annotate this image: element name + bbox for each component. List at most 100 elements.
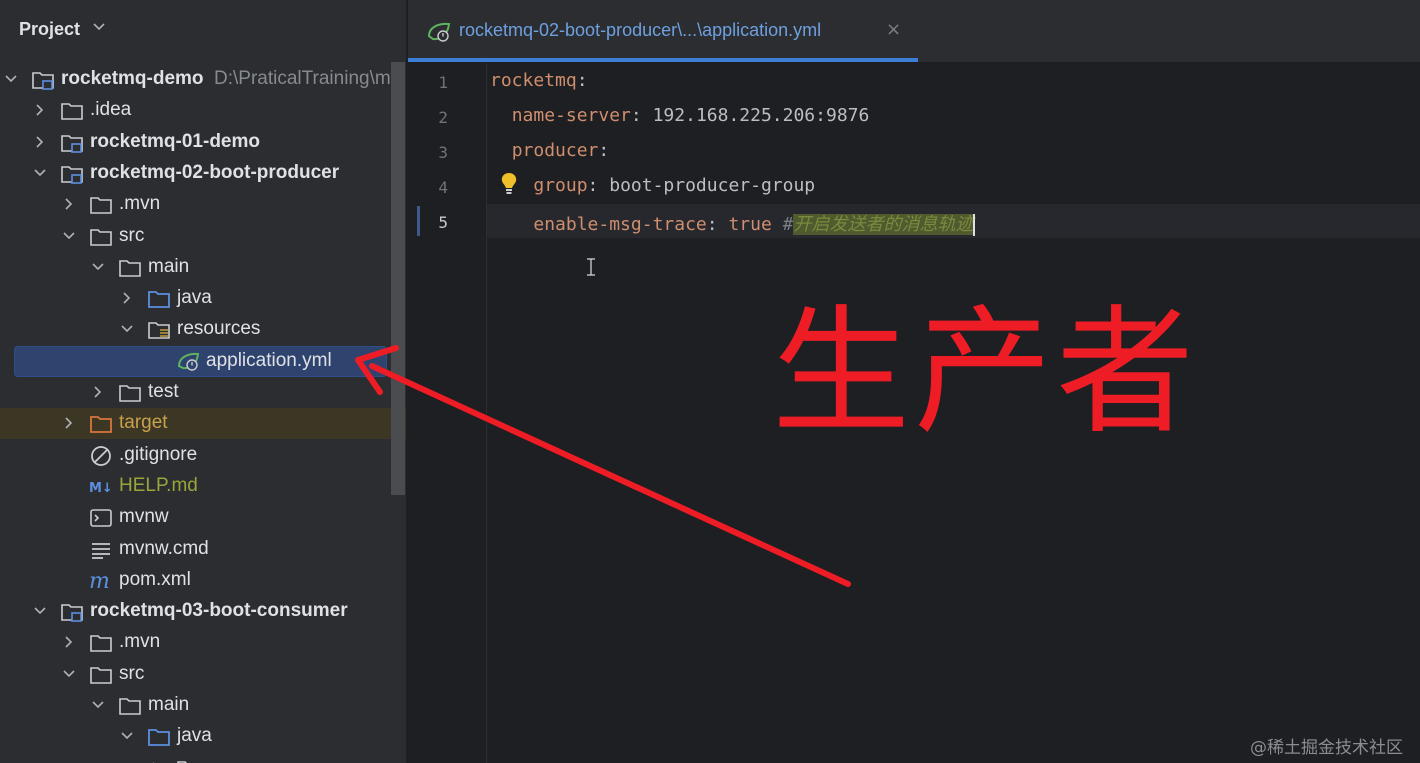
comment-hash: #	[782, 214, 794, 235]
excluded-folder-icon	[90, 416, 112, 434]
yaml-key: name-server	[511, 105, 631, 126]
project-tool-window: Project rocketmq-demo D:\PraticalTraining…	[0, 0, 406, 763]
tree-item-main-2[interactable]: main	[0, 690, 406, 721]
text-file-icon	[92, 542, 110, 559]
tree-item-application-yml[interactable]: application.yml	[0, 345, 406, 377]
chevron-down-icon[interactable]	[91, 260, 105, 274]
module-folder-icon	[32, 72, 54, 90]
code-line-4[interactable]: group: boot-producer-group	[490, 175, 815, 196]
tree-item-rocketmq-03-boot-consumer[interactable]: rocketmq-03-boot-consumer	[0, 596, 406, 627]
code-line-5[interactable]: enable-msg-trace: true #开启发送者的消息轨迹	[490, 210, 976, 236]
tree-item-main[interactable]: main	[0, 252, 406, 283]
yaml-value: 192.168.225.206:9876	[652, 105, 870, 126]
yaml-colon: :	[598, 140, 610, 161]
tree-item-partial-folder[interactable]	[0, 753, 406, 763]
tree-item-pom-xml[interactable]: m pom.xml	[0, 565, 406, 596]
project-panel-header[interactable]: Project	[0, 0, 406, 62]
chevron-down-icon[interactable]	[33, 166, 47, 180]
line-number-gutter[interactable]: 1 2 3 4 5	[408, 63, 487, 763]
tab-application-yml[interactable]: rocketmq-02-boot-producer\...\applicatio…	[408, 0, 918, 62]
chevron-down-icon[interactable]	[91, 698, 105, 712]
tree-item-label: src	[119, 224, 145, 246]
tree-item-label: .mvn	[119, 631, 161, 653]
tree-item-mvn-2[interactable]: .mvn	[0, 627, 406, 658]
tree-item-src[interactable]: src	[0, 221, 406, 252]
maven-icon: m	[89, 569, 110, 591]
tree-item-label: target	[119, 412, 168, 434]
shell-script-icon	[90, 509, 112, 527]
ibeam-cursor-icon	[587, 258, 595, 276]
tree-item-label: mvnw	[119, 506, 169, 528]
tree-item-java-2[interactable]: java	[0, 721, 406, 752]
code-line-1[interactable]: rocketmq:	[490, 70, 588, 91]
tree-item-test[interactable]: test	[0, 377, 406, 408]
tree-item-label: java	[177, 287, 212, 309]
yaml-key: producer	[511, 140, 599, 161]
tree-item-label: pom.xml	[119, 568, 191, 590]
module-folder-icon	[61, 134, 83, 153]
tree-item-mvnw[interactable]: mvnw	[0, 502, 406, 533]
tree-item-java[interactable]: java	[0, 283, 406, 314]
tree-item-gitignore[interactable]: .gitignore	[0, 440, 406, 471]
tree-item-label: main	[148, 694, 190, 715]
text-caret	[973, 214, 976, 236]
tree-item-rocketmq-02-boot-producer[interactable]: rocketmq-02-boot-producer	[0, 158, 406, 189]
tree-item-rocketmq-demo[interactable]: rocketmq-demo D:\PraticalTraining\my	[0, 64, 406, 95]
vcs-change-marker[interactable]	[417, 206, 420, 236]
chevron-down-icon[interactable]	[62, 229, 76, 243]
tree-item-label: application.yml	[206, 349, 332, 371]
tree-item-idea[interactable]: .idea	[0, 95, 406, 126]
chevron-right-icon[interactable]	[62, 416, 76, 430]
tree-item-label: rocketmq-demo	[61, 68, 204, 89]
code-line-3[interactable]: producer:	[490, 140, 610, 161]
tree-item-label: .idea	[90, 99, 132, 121]
markdown-icon: M↓	[89, 481, 113, 496]
tree-item-label: main	[148, 255, 190, 277]
chevron-down-icon[interactable]	[92, 20, 106, 34]
line-number: 4	[438, 178, 448, 197]
project-tree-scrollbar[interactable]	[391, 62, 405, 495]
tree-item-src-2[interactable]: src	[0, 659, 406, 690]
chevron-right-icon[interactable]	[120, 291, 134, 305]
line-number: 2	[438, 108, 448, 127]
folder-icon	[177, 760, 199, 763]
folder-icon	[90, 197, 112, 214]
chevron-right-icon[interactable]	[62, 197, 76, 211]
spring-yml-file-icon	[177, 352, 200, 371]
tab-close-button[interactable]: ×	[886, 19, 901, 40]
tree-item-label: .mvn	[119, 193, 161, 215]
tree-item-label: rocketmq-01-demo	[90, 130, 260, 152]
chevron-down-icon[interactable]	[4, 72, 18, 86]
project-panel-title[interactable]: Project	[19, 19, 80, 40]
folder-icon	[119, 385, 141, 402]
svg-text:M↓: M↓	[89, 481, 113, 496]
folder-icon	[90, 228, 112, 246]
tree-item-mvn[interactable]: .mvn	[0, 189, 406, 220]
yaml-colon: :	[587, 175, 599, 196]
tree-item-target[interactable]: target	[0, 408, 406, 440]
tree-item-help-md[interactable]: M↓ HELP.md	[0, 471, 406, 502]
chevron-right-icon[interactable]	[91, 385, 105, 399]
tree-item-label: resources	[177, 318, 261, 340]
chevron-down-icon[interactable]	[33, 604, 47, 618]
chevron-right-icon[interactable]	[62, 635, 76, 649]
line-number: 3	[438, 143, 448, 162]
tree-item-label: .gitignore	[119, 443, 198, 465]
folder-icon	[90, 666, 112, 684]
tree-item-label: test	[148, 381, 179, 402]
chevron-down-icon[interactable]	[62, 667, 76, 681]
module-folder-icon	[61, 166, 83, 184]
tree-item-rocketmq-01-demo[interactable]: rocketmq-01-demo	[0, 127, 406, 158]
line-number: 1	[438, 73, 448, 92]
tree-item-label: rocketmq-02-boot-producer	[90, 161, 340, 183]
tree-item-mvnw-cmd[interactable]: mvnw.cmd	[0, 534, 406, 565]
tree-item-path-hint: D:\PraticalTraining\my	[214, 68, 401, 89]
chevron-down-icon[interactable]	[120, 322, 134, 336]
chevron-right-icon[interactable]	[33, 103, 47, 117]
chevron-down-icon[interactable]	[120, 729, 134, 743]
chevron-right-icon[interactable]	[33, 135, 47, 149]
line-number-current: 5	[438, 213, 448, 232]
code-line-2[interactable]: name-server: 192.168.225.206:9876	[490, 105, 870, 126]
tree-item-label: mvnw.cmd	[119, 537, 209, 559]
tree-item-resources[interactable]: resources	[0, 314, 406, 345]
